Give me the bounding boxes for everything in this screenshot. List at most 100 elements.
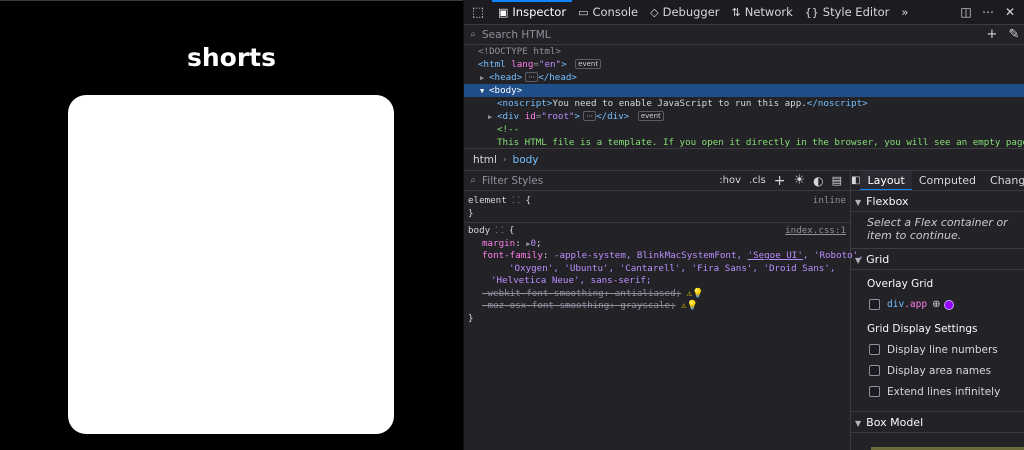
add-rule-icon[interactable]: + <box>770 173 790 189</box>
declaration-font-family[interactable]: font-family: -apple-system, BlinkMacSyst… <box>464 250 864 263</box>
property-value[interactable]: 0 <box>531 238 537 249</box>
page-title: shorts <box>186 43 276 72</box>
tab-layout[interactable]: Layout <box>860 171 912 190</box>
breadcrumb-body[interactable]: body <box>513 154 539 166</box>
option-display-line-numbers[interactable]: Display line numbers <box>851 339 1024 360</box>
menu-dots-icon[interactable]: ⋯ <box>977 5 999 19</box>
section-flexbox-header[interactable]: ▼ Flexbox <box>851 191 1024 212</box>
grid-item-tag: div <box>887 299 905 310</box>
target-icon[interactable]: ⊕ <box>932 299 940 310</box>
declaration-margin[interactable]: margin: ▶0; <box>464 238 850 251</box>
markup-line-head[interactable]: ▶ <head> ⋯ </head> <box>464 71 1024 84</box>
grid-item-selector: div.app <box>887 299 927 310</box>
section-box-model-header[interactable]: ▼ Box Model <box>851 412 1024 433</box>
option-display-area-names[interactable]: Display area names <box>851 360 1024 381</box>
close-icon[interactable]: ✕ <box>999 5 1021 19</box>
lightbulb-icon[interactable]: 💡 <box>687 300 698 311</box>
section-grid-header[interactable]: ▼ Grid <box>851 249 1024 270</box>
add-node-icon[interactable]: + <box>981 27 1003 42</box>
tab-console[interactable]: ▭ Console <box>572 0 644 25</box>
event-badge[interactable]: event <box>637 111 664 121</box>
html-attr-value: "en" <box>538 59 562 70</box>
cls-toggle[interactable]: .cls <box>745 175 770 186</box>
markup-line-comment-text[interactable]: This HTML file is a template. If you ope… <box>464 136 1024 148</box>
overridden-declaration[interactable]: -webkit-font-smoothing: antialiased; <box>482 288 681 299</box>
div-attr-value: "root" <box>541 111 575 122</box>
breadcrumb-html[interactable]: html <box>473 154 497 166</box>
dark-theme-icon[interactable]: ◐ <box>809 174 827 188</box>
tab-label: Console <box>592 5 639 19</box>
property-name[interactable]: font-family <box>482 250 543 261</box>
filter-styles-input[interactable]: Filter Styles <box>482 175 543 187</box>
declaration-font-family-cont: 'Oxygen', 'Ubuntu', 'Cantarell', 'Fira S… <box>464 263 850 276</box>
markup-line-root-div[interactable]: ▶ <div id="root"> ⋯ </div> event <box>464 110 1024 123</box>
html-search-bar: ⌕ Search HTML + ✎ <box>464 25 1024 45</box>
rule-source: inline <box>812 195 846 206</box>
more-tabs-button[interactable]: » <box>895 0 914 25</box>
hov-toggle[interactable]: :hov <box>715 175 745 186</box>
property-name[interactable]: margin <box>482 238 515 249</box>
property-value[interactable]: 'Oxygen', 'Ubuntu', 'Cantarell', 'Fira S… <box>509 263 835 274</box>
expand-arrow-icon[interactable]: ▶ <box>488 111 497 124</box>
tab-changes[interactable]: Changes <box>983 171 1024 190</box>
rule-close: } <box>468 207 474 219</box>
markup-line-doctype[interactable]: <!DOCTYPE html> <box>464 45 1024 58</box>
tab-label: Style Editor <box>822 5 890 19</box>
overlay-color-swatch[interactable] <box>944 299 955 310</box>
tab-network[interactable]: ⇅ Network <box>726 0 799 25</box>
grid-highlighter-icon[interactable]: ⸬ <box>512 195 520 206</box>
rule-body-header[interactable]: body ⸬ { index.css:1 <box>464 225 850 238</box>
collapsed-badge[interactable]: ⋯ <box>583 111 597 121</box>
tab-inspector[interactable]: ▣ Inspector <box>492 0 572 25</box>
markup-line-noscript[interactable]: <noscript>You need to enable JavaScript … <box>464 97 1024 110</box>
tab-computed[interactable]: Computed <box>912 171 983 190</box>
toggle-pane-icon[interactable]: ◧ <box>851 175 860 186</box>
rule-selector: body <box>468 225 491 236</box>
overridden-declaration[interactable]: -moz-osx-font-smoothing: grayscale; <box>482 300 676 311</box>
declaration-font-family-cont: 'Helvetica Neue', sans-serif; <box>464 275 850 288</box>
event-badge[interactable]: event <box>575 59 602 69</box>
eyedropper-icon[interactable]: ✎ <box>1003 27 1024 42</box>
layout-sidebar: ◧ Layout Computed Changes ▼ Flexbox Selec… <box>851 171 1024 450</box>
checkbox[interactable] <box>869 386 880 397</box>
debugger-icon: ◇ <box>650 5 659 19</box>
lightbulb-icon[interactable]: 💡 <box>692 288 703 299</box>
print-media-icon[interactable]: ▤ <box>828 174 846 187</box>
property-value[interactable]: -apple-system, BlinkMacSystemFont, <box>554 250 748 261</box>
tab-style-editor[interactable]: {} Style Editor <box>799 0 896 25</box>
html-tag: html <box>483 59 506 70</box>
collapse-arrow-icon: ▼ <box>855 256 862 265</box>
option-label: Extend lines infinitely <box>887 385 1001 398</box>
rules-toolbar: ⌕ Filter Styles :hov .cls + ☀ ◐ ▤ <box>464 171 850 191</box>
search-input[interactable]: Search HTML <box>482 29 551 41</box>
noscript-close-tag: </noscript> <box>806 98 868 109</box>
light-theme-icon[interactable]: ☀ <box>789 173 809 188</box>
overlay-checkbox[interactable] <box>869 299 880 310</box>
shorts-card[interactable] <box>68 95 394 434</box>
declaration-moz-smoothing[interactable]: -moz-osx-font-smoothing: grayscale; ⚠💡 <box>464 300 850 313</box>
overlay-grid-item[interactable]: div.app ⊕ <box>851 294 1024 315</box>
markup-line-comment-open[interactable]: <!-- <box>464 123 1024 136</box>
console-icon: ▭ <box>578 5 589 19</box>
chevron-double-right-icon: » <box>901 5 909 19</box>
font-link[interactable]: 'Segoe UI' <box>748 250 803 261</box>
markup-line-html[interactable]: <html lang="en"> event <box>464 58 1024 71</box>
element-picker-icon[interactable]: ⬚ <box>464 0 492 25</box>
markup-line-body[interactable]: ▼ <body> <box>464 84 1024 97</box>
collapsed-badge[interactable]: ⋯ <box>525 72 539 82</box>
declaration-webkit-smoothing[interactable]: -webkit-font-smoothing: antialiased; ⚠💡 <box>464 288 850 301</box>
checkbox[interactable] <box>869 365 880 376</box>
rule-source-link[interactable]: index.css:1 <box>785 225 846 238</box>
property-value[interactable]: 'Helvetica Neue', sans-serif; <box>491 275 651 286</box>
dock-icon[interactable]: ◫ <box>955 5 977 19</box>
rule-element-header[interactable]: element ⸬ { inline <box>464 195 850 208</box>
section-title: Flexbox <box>866 195 909 208</box>
checkbox[interactable] <box>869 344 880 355</box>
collapse-arrow-icon[interactable]: ▼ <box>480 85 489 98</box>
noscript-open-tag: <noscript> <box>497 98 553 109</box>
body-tag: <body> <box>489 85 523 96</box>
tab-debugger[interactable]: ◇ Debugger <box>644 0 725 25</box>
grid-highlighter-icon[interactable]: ⸬ <box>496 225 504 236</box>
rule-selector: element <box>468 195 507 206</box>
option-extend-lines[interactable]: Extend lines infinitely <box>851 381 1024 402</box>
